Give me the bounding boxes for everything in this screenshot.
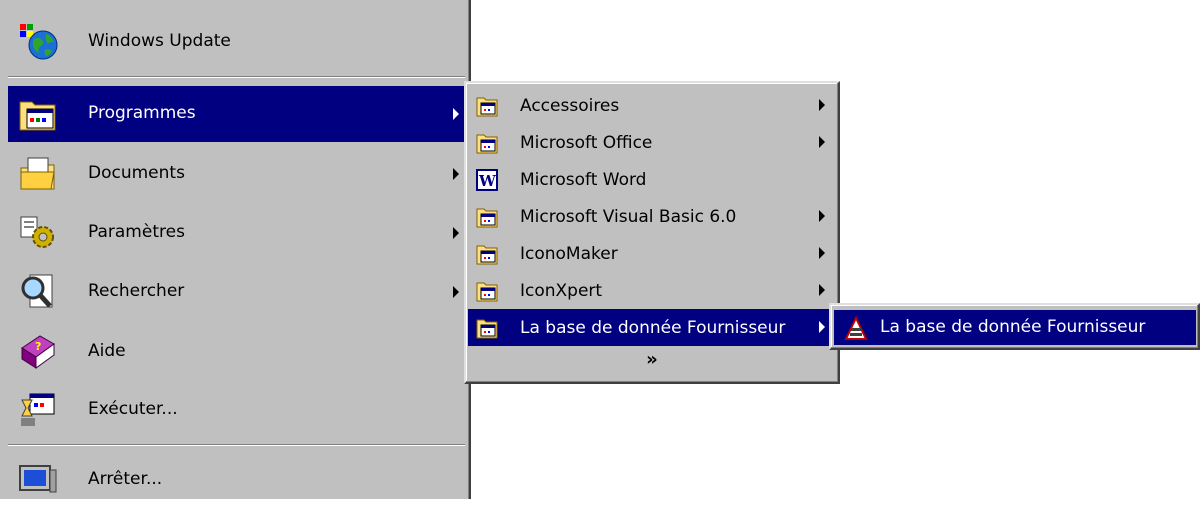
expand-menu-chevron-icon[interactable]: » xyxy=(466,349,838,370)
start-item-label: Arrêter... xyxy=(88,469,163,489)
start-item-label: Exécuter... xyxy=(88,399,178,419)
fournisseur-item-label: La base de donnée Fournisseur xyxy=(880,317,1146,337)
menu-separator xyxy=(8,76,465,78)
program-group-icon xyxy=(476,206,498,228)
svg-text:?: ? xyxy=(35,340,41,353)
program-item-iconomaker[interactable]: IconoMaker xyxy=(468,235,836,272)
submenu-arrow-icon xyxy=(453,227,459,239)
menu-separator xyxy=(8,444,465,446)
run-icon xyxy=(18,392,58,428)
start-item-label: Paramètres xyxy=(88,222,185,242)
program-item-label: IconoMaker xyxy=(520,244,618,264)
submenu-arrow-icon xyxy=(819,247,825,259)
start-item-label: Windows Update xyxy=(88,31,231,51)
program-item-accessoires[interactable]: Accessoires xyxy=(468,87,836,124)
database-app-icon xyxy=(844,315,868,340)
start-item-label: Aide xyxy=(88,341,126,361)
documents-folder-icon xyxy=(18,156,58,192)
program-group-icon xyxy=(476,243,498,265)
submenu-arrow-icon xyxy=(453,108,459,120)
program-item-iconxpert[interactable]: IconXpert xyxy=(468,272,836,309)
program-item-label: Microsoft Word xyxy=(520,170,647,190)
program-item-microsoft-office[interactable]: Microsoft Office xyxy=(468,124,836,161)
program-item-visual-basic[interactable]: Microsoft Visual Basic 6.0 xyxy=(468,198,836,235)
start-item-windows-update[interactable]: Windows Update xyxy=(8,14,465,70)
program-item-base-fournisseur[interactable]: La base de donnée Fournisseur xyxy=(468,309,836,346)
program-item-label: Accessoires xyxy=(520,96,620,116)
program-item-label: Microsoft Visual Basic 6.0 xyxy=(520,207,737,227)
submenu-arrow-icon xyxy=(453,286,459,298)
program-item-label: IconXpert xyxy=(520,281,603,301)
submenu-arrow-icon xyxy=(819,284,825,296)
programs-folder-icon xyxy=(18,96,58,132)
fournisseur-submenu: La base de donnée Fournisseur xyxy=(829,303,1200,350)
svg-text:W: W xyxy=(478,172,497,190)
start-item-documents[interactable]: Documents xyxy=(8,146,465,202)
start-menu: Windows Update Programmes Documents Para… xyxy=(0,0,471,499)
submenu-arrow-icon xyxy=(819,321,825,333)
program-item-microsoft-word[interactable]: W Microsoft Word xyxy=(468,161,836,198)
program-group-icon xyxy=(476,280,498,302)
submenu-arrow-icon xyxy=(819,136,825,148)
search-magnifier-icon xyxy=(18,274,58,310)
start-item-label: Documents xyxy=(88,163,185,183)
fournisseur-item-base-fournisseur[interactable]: La base de donnée Fournisseur xyxy=(834,310,1196,345)
programs-submenu: Accessoires Microsoft Office W Microsoft… xyxy=(464,81,840,384)
program-group-icon xyxy=(476,95,498,117)
start-item-aide[interactable]: ? Aide xyxy=(8,324,465,380)
word-icon: W xyxy=(476,169,498,191)
help-book-icon: ? xyxy=(18,334,58,370)
start-item-executer[interactable]: Exécuter... xyxy=(8,382,465,438)
start-item-label: Programmes xyxy=(88,103,196,123)
submenu-arrow-icon xyxy=(453,168,459,180)
program-group-icon xyxy=(476,317,498,339)
program-item-label: Microsoft Office xyxy=(520,133,653,153)
windows-update-globe-icon xyxy=(18,24,58,60)
submenu-arrow-icon xyxy=(819,99,825,111)
shutdown-computer-icon xyxy=(18,462,58,498)
start-item-programmes[interactable]: Programmes xyxy=(8,86,465,142)
program-item-label: La base de donnée Fournisseur xyxy=(520,318,786,338)
program-group-icon xyxy=(476,132,498,154)
start-item-label: Rechercher xyxy=(88,281,185,301)
submenu-arrow-icon xyxy=(819,210,825,222)
settings-gear-icon xyxy=(18,215,58,251)
start-item-rechercher[interactable]: Rechercher xyxy=(8,264,465,320)
start-item-arreter[interactable]: Arrêter... xyxy=(8,452,465,508)
start-item-parametres[interactable]: Paramètres xyxy=(8,205,465,261)
